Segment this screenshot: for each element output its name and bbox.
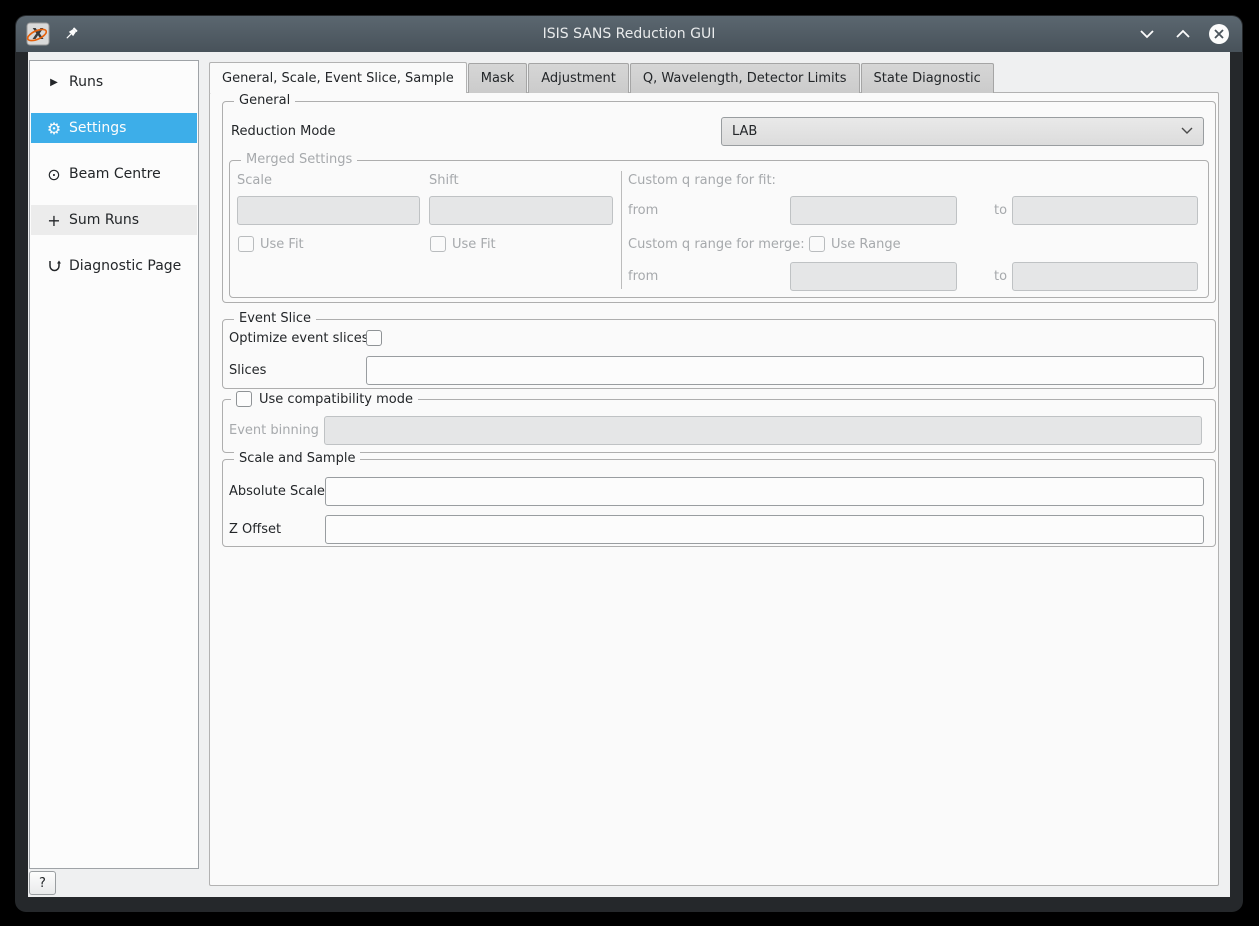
- absolute-scale-input[interactable]: [325, 477, 1204, 506]
- titlebar: X ISIS SANS Reduction GUI: [16, 16, 1242, 52]
- event-binning-label: Event binning: [229, 423, 319, 438]
- q-range-fit-label: Custom q range for fit:: [628, 173, 776, 188]
- plus-icon: +: [43, 211, 65, 230]
- tab-q-wavelength-detector-limits[interactable]: Q, Wavelength, Detector Limits: [630, 63, 860, 93]
- reduction-mode-label: Reduction Mode: [231, 124, 336, 139]
- sidebar-item-label: Sum Runs: [69, 212, 139, 228]
- merged-scale-label: Scale: [237, 173, 272, 188]
- reduction-mode-combobox[interactable]: LAB: [721, 117, 1204, 146]
- sidebar-item-sum-runs[interactable]: + Sum Runs: [31, 205, 197, 235]
- tab-state-diagnostic[interactable]: State Diagnostic: [861, 63, 994, 93]
- general-group: General Reduction Mode LAB Merged Settin…: [222, 101, 1216, 303]
- absolute-scale-label: Absolute Scale: [229, 484, 325, 499]
- q-merge-to-input: [1012, 262, 1198, 291]
- maximize-chevron-up-icon[interactable]: [1172, 23, 1194, 45]
- sidebar-item-label: Beam Centre: [69, 166, 161, 182]
- merged-separator: [621, 171, 622, 289]
- settings-panel: General Reduction Mode LAB Merged Settin…: [209, 92, 1219, 886]
- shade-chevron-down-icon[interactable]: [1136, 23, 1158, 45]
- pin-icon[interactable]: [60, 23, 82, 45]
- reduction-mode-value: LAB: [732, 124, 757, 139]
- merged-settings-group-title: Merged Settings: [241, 152, 357, 167]
- z-offset-input[interactable]: [325, 515, 1204, 544]
- app-window: X ISIS SANS Reduction GUI: [15, 15, 1243, 912]
- q-merge-from-label: from: [628, 269, 658, 284]
- merged-shift-label: Shift: [429, 173, 459, 188]
- tab-mask[interactable]: Mask: [468, 63, 527, 93]
- optimize-event-slices-label: Optimize event slices: [229, 331, 369, 346]
- q-fit-to-input: [1012, 196, 1198, 225]
- q-fit-from-input: [790, 196, 957, 225]
- sidebar-item-label: Settings: [69, 120, 126, 136]
- settings-tabbar: General, Scale, Event Slice, Sample Mask…: [209, 62, 995, 93]
- merged-scale-input: [237, 196, 420, 225]
- q-fit-from-label: from: [628, 203, 658, 218]
- sidebar-item-runs[interactable]: ▶ Runs: [31, 67, 197, 97]
- q-range-merge-label: Custom q range for merge:: [628, 237, 805, 252]
- page-list: ▶ Runs ⚙ Settings ⊙ Beam Centre + Sum Ru…: [29, 60, 199, 869]
- sidebar-item-diagnostic-page[interactable]: Diagnostic Page: [31, 251, 197, 281]
- merged-scale-use-fit-label: Use Fit: [260, 237, 304, 252]
- slices-label: Slices: [229, 363, 266, 378]
- sidebar-item-label: Runs: [69, 74, 103, 90]
- general-group-title: General: [234, 93, 295, 108]
- optimize-event-slices-checkbox[interactable]: [366, 330, 382, 346]
- chevron-down-icon: [1181, 124, 1193, 139]
- window-content: ▶ Runs ⚙ Settings ⊙ Beam Centre + Sum Ru…: [28, 52, 1230, 897]
- q-merge-to-label: to: [994, 269, 1007, 284]
- sidebar-item-label: Diagnostic Page: [69, 258, 181, 274]
- tab-adjustment[interactable]: Adjustment: [528, 63, 629, 93]
- gear-icon: ⚙: [43, 119, 65, 138]
- app-icon: X: [26, 22, 50, 46]
- compatibility-group-title: Use compatibility mode: [259, 392, 413, 407]
- use-range-label: Use Range: [831, 237, 901, 252]
- use-compatibility-mode-checkbox[interactable]: [236, 391, 252, 407]
- play-icon: ▶: [43, 77, 65, 88]
- scale-and-sample-group-title: Scale and Sample: [234, 451, 360, 466]
- compatibility-group: Use compatibility mode Event binning: [222, 399, 1216, 453]
- z-offset-label: Z Offset: [229, 522, 281, 537]
- scale-and-sample-group: Scale and Sample Absolute Scale Z Offset: [222, 459, 1216, 547]
- tab-general-scale-event-slice-sample[interactable]: General, Scale, Event Slice, Sample: [209, 62, 467, 93]
- event-slice-group: Event Slice Optimize event slices Slices: [222, 319, 1216, 389]
- window-title: ISIS SANS Reduction GUI: [16, 26, 1242, 42]
- merged-shift-use-fit-label: Use Fit: [452, 237, 496, 252]
- merged-shift-use-fit-checkbox: [430, 236, 446, 252]
- use-range-checkbox: [809, 236, 825, 252]
- close-icon[interactable]: [1208, 23, 1230, 45]
- merged-settings-group: Merged Settings Scale Use Fit Shift Use …: [229, 160, 1209, 298]
- beam-centre-icon: ⊙: [43, 165, 65, 184]
- slices-input[interactable]: [366, 356, 1204, 385]
- sidebar-item-settings[interactable]: ⚙ Settings: [31, 113, 197, 143]
- sidebar-item-beam-centre[interactable]: ⊙ Beam Centre: [31, 159, 197, 189]
- merged-shift-input: [429, 196, 613, 225]
- help-button[interactable]: ?: [29, 871, 56, 895]
- q-merge-from-input: [790, 262, 957, 291]
- diagnostic-icon: [43, 259, 65, 274]
- event-slice-group-title: Event Slice: [234, 311, 316, 326]
- event-binning-input: [324, 416, 1202, 445]
- merged-scale-use-fit-checkbox: [238, 236, 254, 252]
- q-fit-to-label: to: [994, 203, 1007, 218]
